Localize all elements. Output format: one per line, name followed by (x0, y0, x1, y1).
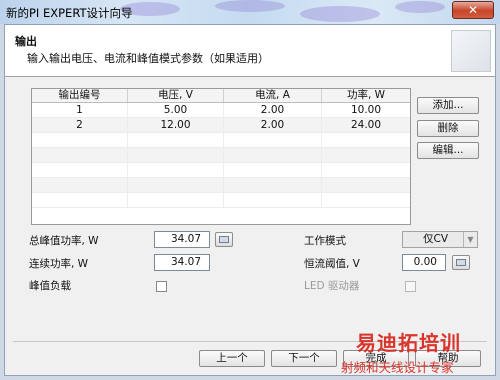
calculator-button[interactable] (215, 232, 233, 247)
column-header[interactable]: 输出编号 (32, 89, 128, 102)
close-button[interactable]: ✕ (452, 1, 494, 19)
table-cell: 5.00 (128, 103, 224, 117)
continuous-power-field[interactable]: 34.07 (154, 254, 210, 271)
dialog-body: 输出 输入输出电压、电流和峰值模式参数（如果适用） 输出编号 电压, V 电流,… (4, 24, 496, 376)
delete-button[interactable]: 删除 (417, 120, 479, 137)
header-banner: 输出 输入输出电压、电流和峰值模式参数（如果适用） (5, 25, 495, 77)
work-mode-label: 工作模式 (304, 235, 346, 247)
table-header: 输出编号 电压, V 电流, A 功率, W (32, 89, 410, 103)
calculator-icon (456, 259, 466, 266)
table-cell: 12.00 (128, 118, 224, 132)
next-button[interactable]: 下一个 (271, 350, 337, 367)
calculator-button[interactable] (452, 255, 470, 270)
table-row[interactable]: 2 12.00 2.00 24.00 (32, 118, 410, 133)
work-mode-value: 仅CV (423, 233, 449, 245)
empty-row (32, 148, 410, 163)
table-cell: 2.00 (224, 103, 322, 117)
empty-row (32, 133, 410, 148)
table-cell: 2.00 (224, 118, 322, 132)
title-bar: 新的PI EXPERT设计向导 ✕ (0, 0, 500, 24)
page-title: 输出 (15, 35, 37, 48)
peak-load-checkbox[interactable] (156, 281, 167, 292)
peak-load-label: 峰值负载 (29, 280, 71, 292)
empty-row (32, 163, 410, 178)
outputs-table[interactable]: 输出编号 电压, V 电流, A 功率, W 1 5.00 2.00 10.00… (31, 88, 411, 225)
continuous-power-label: 连续功率, W (29, 258, 89, 270)
table-cell: 10.00 (350, 104, 382, 116)
cc-threshold-field[interactable]: 0.00 (402, 254, 446, 271)
empty-row (32, 193, 410, 208)
titlebar-decoration (215, 0, 285, 12)
edit-button[interactable]: 编辑... (417, 142, 479, 159)
work-mode-select[interactable]: 仅CV ▼ (402, 231, 478, 248)
watermark-tagline: 射频和天线设计专家 (341, 360, 454, 375)
window-title: 新的PI EXPERT设计向导 (6, 6, 133, 20)
table-cell: 24.00 (350, 119, 382, 131)
total-peak-power-label: 总峰值功率, W (29, 235, 99, 247)
column-header[interactable]: 功率, W (322, 89, 410, 102)
column-header[interactable]: 电压, V (128, 89, 224, 102)
column-header[interactable]: 电流, A (224, 89, 322, 102)
total-peak-power-field[interactable]: 34.07 (154, 231, 210, 248)
calculator-icon (219, 236, 229, 243)
led-driver-checkbox[interactable] (405, 281, 416, 292)
empty-row (32, 178, 410, 193)
table-cell: 2 (32, 118, 128, 132)
watermark-logo-text: 易迪拓培训 (356, 331, 461, 355)
table-cell: 1 (32, 103, 128, 117)
close-icon: ✕ (467, 3, 479, 17)
page-subtitle: 输入输出电压、电流和峰值模式参数（如果适用） (27, 52, 269, 65)
prev-button[interactable]: 上一个 (199, 350, 265, 367)
chevron-down-icon: ▼ (463, 232, 477, 247)
table-row[interactable]: 1 5.00 2.00 10.00 (32, 103, 410, 118)
add-button[interactable]: 添加... (417, 97, 479, 114)
led-driver-label: LED 驱动器 (304, 280, 360, 292)
titlebar-decoration (395, 1, 445, 13)
cc-threshold-label: 恒流阈值, V (304, 258, 360, 270)
header-graphic (451, 30, 491, 72)
titlebar-decoration (300, 6, 380, 22)
